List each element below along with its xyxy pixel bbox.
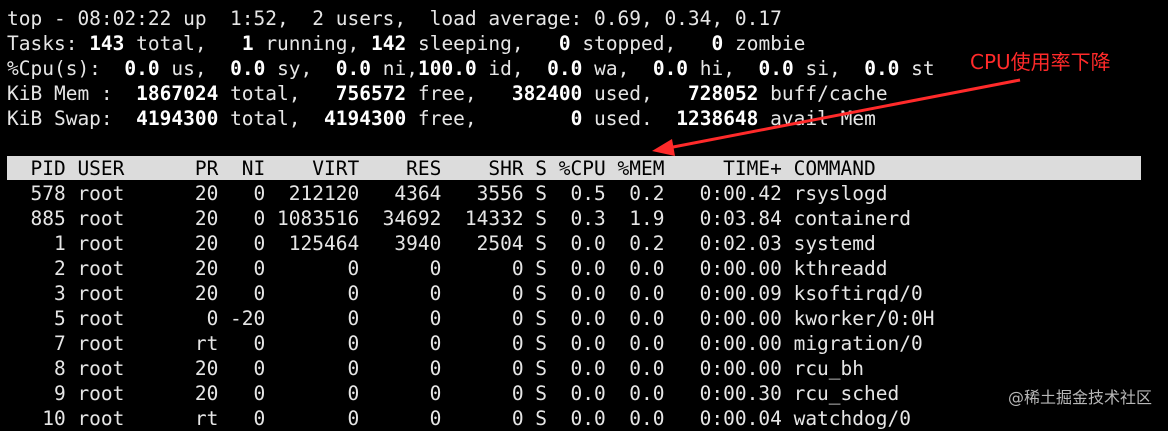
cpu-si: 0.0 [758, 57, 794, 80]
mem-line: KiB Mem : 1867024 total, 756572 free, 38… [7, 81, 888, 106]
process-row: 2 root 20 0 0 0 0 S 0.0 0.0 0:00.00 kthr… [7, 257, 888, 280]
tasks-running-label: running, [253, 32, 371, 55]
process-row: 9 root 20 0 0 0 0 S 0.0 0.0 0:00.30 rcu_… [7, 382, 900, 405]
swap-line: KiB Swap: 4194300 total, 4194300 free, 0… [7, 106, 876, 131]
tasks-prefix: Tasks: [7, 32, 90, 55]
swap-total: 4194300 [136, 107, 219, 130]
swap-avail-label: avail Mem [758, 107, 876, 130]
cpu-st-label: st [899, 57, 935, 80]
cpu-wa-label: wa, [582, 57, 653, 80]
mem-cache: 728052 [687, 82, 759, 105]
tasks-sleeping: 142 [370, 32, 407, 55]
process-row: 3 root 20 0 0 0 0 S 0.0 0.0 0:00.09 ksof… [7, 282, 923, 305]
process-table-header: PID USER PR NI VIRT RES SHR S %CPU %MEM … [7, 157, 876, 180]
process-row: 1 root 20 0 125464 3940 2504 S 0.0 0.2 0… [7, 232, 876, 255]
tasks-stopped: 0 [558, 32, 571, 55]
tasks-zombie-label: zombie [723, 32, 806, 55]
cpu-us: 0.0 [124, 57, 160, 80]
mem-free-label: free, [406, 82, 512, 105]
cpu-hi: 0.0 [652, 57, 689, 80]
terminal-window[interactable]: top - 08:02:22 up 1:52, 2 users, load av… [0, 0, 1168, 430]
cpu-id: 100.0 [417, 57, 477, 80]
swap-free: 4194300 [324, 107, 407, 130]
uptime-line: top - 08:02:22 up 1:52, 2 users, load av… [7, 7, 782, 30]
annotation-arrow-head [652, 139, 675, 156]
swap-free-label: free, [406, 107, 571, 130]
mem-total: 1867024 [136, 82, 219, 105]
watermark: @稀土掘金技术社区 [1007, 388, 1152, 407]
tasks-total-label: total, [124, 32, 242, 55]
cpu-annotation-label: CPU使用率下降 [970, 50, 1111, 74]
cpu-id-label: id, [476, 57, 548, 80]
cpu-st: 0.0 [864, 57, 900, 80]
cpu-line: %Cpu(s): 0.0 us, 0.0 sy, 0.0 ni,100.0 id… [7, 56, 935, 81]
tasks-zombie: 0 [711, 32, 724, 55]
swap-used: 0 [570, 107, 583, 130]
tasks-total: 143 [89, 32, 125, 55]
mem-free: 756572 [335, 82, 407, 105]
process-row: 7 root rt 0 0 0 0 S 0.0 0.0 0:00.00 migr… [7, 332, 923, 355]
tasks-stopped-label: stopped, [570, 32, 712, 55]
process-row: 885 root 20 0 1083516 34692 14332 S 0.3 … [7, 207, 911, 230]
mem-prefix: KiB Mem : [7, 82, 137, 105]
swap-total-label: total, [218, 107, 324, 130]
mem-used: 382400 [511, 82, 583, 105]
process-row: 578 root 20 0 212120 4364 3556 S 0.5 0.2… [7, 182, 888, 205]
swap-prefix: KiB Swap: [7, 107, 137, 130]
cpu-ni-label: ni, [371, 57, 418, 80]
cpu-sy-label: sy, [265, 57, 336, 80]
tasks-line: Tasks: 143 total, 1 running, 142 sleepin… [7, 31, 805, 56]
swap-avail: 1238648 [676, 107, 759, 130]
cpu-sy: 0.0 [230, 57, 266, 80]
cpu-us-label: us, [159, 57, 231, 80]
mem-cache-label: buff/cache [758, 82, 888, 105]
tasks-sleeping-label: sleeping, [406, 32, 559, 55]
process-row: 10 root rt 0 0 0 0 S 0.0 0.0 0:00.04 wat… [7, 407, 911, 430]
swap-used-label: used. [582, 107, 677, 130]
cpu-prefix: %Cpu(s): [7, 57, 125, 80]
cpu-si-label: si, [793, 57, 865, 80]
mem-used-label: used, [582, 82, 688, 105]
mem-total-label: total, [218, 82, 336, 105]
process-row: 8 root 20 0 0 0 0 S 0.0 0.0 0:00.00 rcu_… [7, 357, 865, 380]
process-row: 5 root 0 -20 0 0 0 S 0.0 0.0 0:00.00 kwo… [7, 307, 935, 330]
cpu-wa: 0.0 [547, 57, 583, 80]
tasks-running: 1 [241, 32, 254, 55]
cpu-hi-label: hi, [688, 57, 759, 80]
cpu-ni: 0.0 [335, 57, 372, 80]
